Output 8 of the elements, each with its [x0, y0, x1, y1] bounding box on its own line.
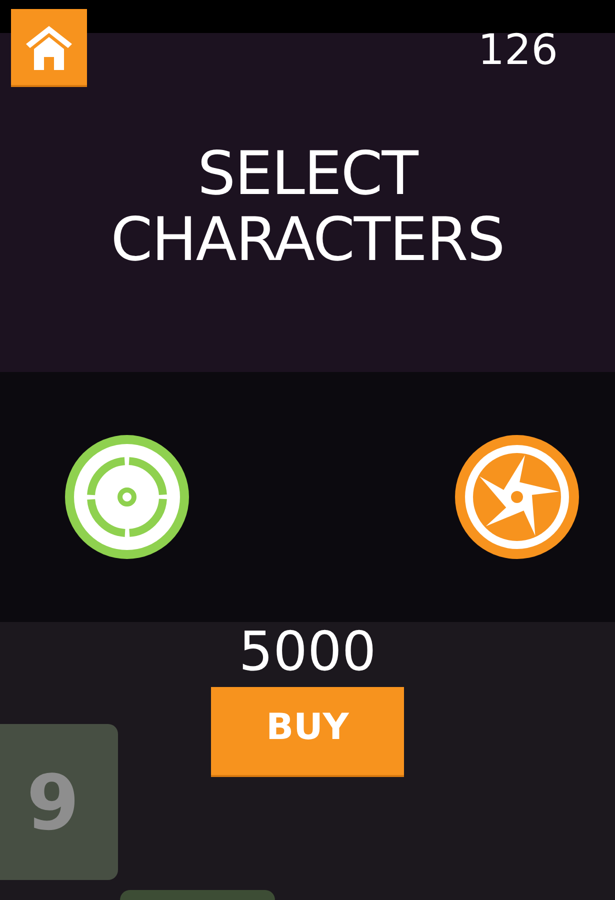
shuriken-character-icon[interactable] [453, 433, 581, 561]
buy-button[interactable]: BUY [211, 687, 404, 775]
score-counter: 126 [478, 24, 558, 76]
target-character-icon[interactable] [63, 433, 191, 561]
tile-number: 9 [26, 758, 80, 846]
screen-title: SELECT [198, 140, 418, 206]
screen-title: CHARACTERS [110, 206, 504, 272]
price-label: 5000 [238, 620, 376, 684]
